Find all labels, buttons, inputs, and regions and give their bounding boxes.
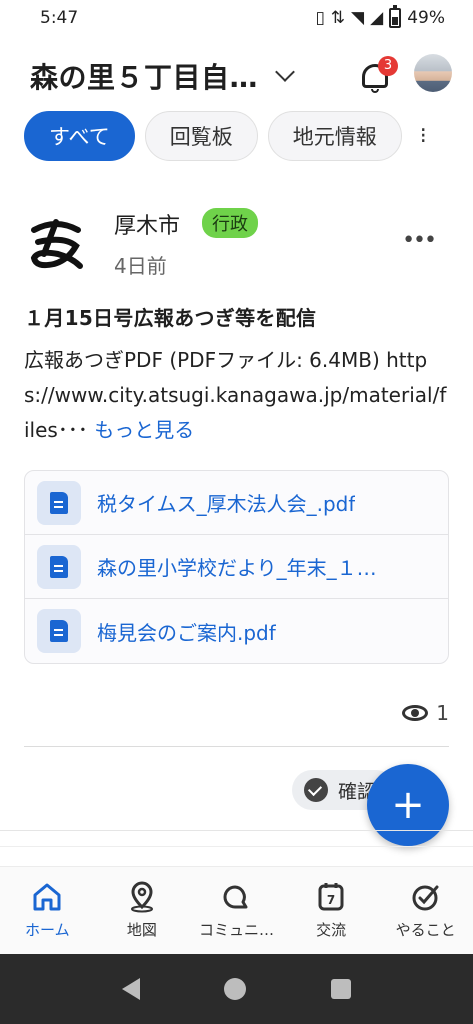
nav-map[interactable]: 地図: [95, 867, 190, 954]
view-count-value: 1: [436, 701, 449, 725]
nav-todo[interactable]: やること: [378, 867, 473, 954]
document-icon: [37, 544, 81, 589]
status-icons: ▯ ⇅ ◥ ◢ 49%: [315, 5, 445, 28]
check-circle-icon: [412, 885, 439, 911]
document-icon: [37, 480, 81, 525]
attachment-item[interactable]: 梅見会のご案内.pdf: [25, 599, 448, 663]
tab-circular[interactable]: 回覧板: [144, 111, 258, 161]
document-icon: [37, 609, 81, 653]
system-nav-bar: [0, 954, 473, 1024]
recents-icon[interactable]: [330, 979, 351, 999]
app-header: 森の里５丁目自… 3: [0, 44, 473, 108]
tabs-more-icon[interactable]: ⁝: [420, 124, 427, 149]
category-tabs: すべて 回覧板 地元情報 ⁝: [24, 110, 473, 162]
calendar-day: 7: [327, 893, 335, 907]
notification-button[interactable]: 3: [356, 56, 398, 96]
nav-label: 交流: [316, 921, 347, 939]
status-time: 5:47: [40, 8, 79, 28]
post-author[interactable]: 厚木市: [114, 208, 180, 240]
view-count: 1: [24, 698, 449, 728]
data-arrows-icon: ⇅: [330, 8, 346, 28]
attachment-name: 森の里小学校だより_年末_１…: [97, 556, 377, 580]
attachment-item[interactable]: 税タイムス_厚木法人会_.pdf: [25, 471, 448, 535]
category-tag: 行政: [202, 208, 258, 238]
post-body: 広報あつぎPDF (PDFファイル: 6.4MB) https://www.ci…: [24, 343, 449, 448]
map-pin-icon: [130, 881, 153, 913]
calendar-icon: 7: [318, 883, 344, 911]
bottom-nav: ホーム 地図 コミュニ… 7 交流 やること: [0, 866, 473, 954]
notification-badge: 3: [378, 56, 398, 76]
post-time: 4日前: [114, 254, 167, 278]
more-options-icon[interactable]: •••: [402, 228, 437, 253]
vibrate-icon: ▯: [315, 8, 325, 28]
chevron-down-icon[interactable]: [275, 62, 295, 82]
bell-clapper: [371, 89, 379, 93]
battery-level: 49%: [407, 8, 445, 28]
wifi-icon: ◥: [351, 8, 365, 28]
attachment-list: 税タイムス_厚木法人会_.pdf 森の里小学校だより_年末_１… 梅見会のご案内…: [24, 470, 449, 664]
atsugi-city-logo: [30, 219, 83, 269]
chat-icon: [223, 885, 248, 909]
post-header: 厚木市 行政 4日前 •••: [24, 200, 449, 280]
create-post-button[interactable]: +: [367, 764, 449, 846]
see-more-link[interactable]: もっと見る: [94, 418, 194, 442]
home-circle-icon[interactable]: [224, 978, 247, 1000]
post-title: １月15日号広報あつぎ等を配信: [24, 306, 317, 330]
attachment-name: 税タイムス_厚木法人会_.pdf: [97, 492, 356, 516]
nav-label: やること: [395, 921, 456, 939]
status-bar: 5:47 ▯ ⇅ ◥ ◢ 49%: [0, 0, 473, 36]
post-card: 厚木市 行政 4日前 ••• １月15日号広報あつぎ等を配信 広報あつぎPDF …: [24, 200, 449, 747]
divider: [0, 830, 473, 831]
nav-label: 地図: [126, 921, 157, 939]
battery-icon: [389, 5, 402, 28]
nav-home[interactable]: ホーム: [0, 867, 95, 954]
tab-local-info[interactable]: 地元情報: [267, 111, 402, 161]
nav-label: ホーム: [25, 921, 70, 939]
attachment-item[interactable]: 森の里小学校だより_年末_１…: [25, 535, 448, 599]
nav-community[interactable]: コミュニ…: [189, 867, 284, 954]
tab-all[interactable]: すべて: [24, 111, 135, 161]
nav-label: コミュニ…: [198, 921, 274, 939]
avatar[interactable]: [414, 54, 452, 92]
post-body-text: 広報あつぎPDF (PDFファイル: 6.4MB) https://www.ci…: [24, 348, 447, 442]
back-icon[interactable]: [122, 978, 141, 1000]
home-icon: [33, 883, 61, 911]
divider: [0, 846, 473, 847]
divider: [24, 746, 449, 747]
signal-icon: ◢: [370, 8, 384, 28]
attachment-name: 梅見会のご案内.pdf: [97, 620, 276, 645]
check-icon: [304, 778, 328, 802]
community-title[interactable]: 森の里５丁目自…: [30, 56, 258, 96]
nav-exchange[interactable]: 7 交流: [284, 867, 379, 954]
eye-icon: [402, 705, 429, 721]
